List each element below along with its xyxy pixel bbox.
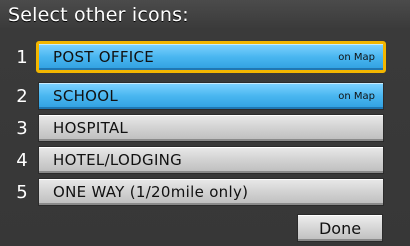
list-row-3: 3 HOSPITAL bbox=[0, 112, 410, 145]
done-button[interactable]: Done bbox=[297, 214, 383, 242]
post-office-button[interactable]: POST OFFICE on Map bbox=[36, 41, 386, 73]
button-label: POST OFFICE bbox=[53, 48, 155, 66]
one-way-button[interactable]: ONE WAY (1/20mile only) bbox=[38, 178, 384, 206]
row-number: 4 bbox=[16, 150, 28, 171]
row-number: 5 bbox=[16, 182, 28, 203]
row-number: 1 bbox=[16, 47, 28, 68]
row-number: 3 bbox=[16, 118, 28, 139]
hospital-button[interactable]: HOSPITAL bbox=[38, 114, 384, 142]
on-map-badge: on Map bbox=[338, 90, 375, 102]
screen-title: Select other icons: bbox=[8, 4, 189, 26]
list-row-5: 5 ONE WAY (1/20mile only) bbox=[0, 176, 410, 209]
row-number: 2 bbox=[16, 86, 28, 107]
button-label: SCHOOL bbox=[53, 87, 119, 105]
list-row-2: 2 SCHOOL on Map bbox=[0, 80, 410, 113]
on-map-badge: on Map bbox=[338, 51, 375, 63]
school-button[interactable]: SCHOOL on Map bbox=[38, 82, 384, 110]
list-row-1: 1 POST OFFICE on Map bbox=[0, 41, 410, 74]
list-row-4: 4 HOTEL/LODGING bbox=[0, 144, 410, 177]
button-label: ONE WAY (1/20mile only) bbox=[53, 183, 249, 201]
button-label: HOTEL/LODGING bbox=[53, 151, 183, 169]
icon-selection-screen: Select other icons: 1 POST OFFICE on Map… bbox=[0, 0, 410, 246]
hotel-lodging-button[interactable]: HOTEL/LODGING bbox=[38, 146, 384, 174]
button-label: HOSPITAL bbox=[53, 119, 129, 137]
